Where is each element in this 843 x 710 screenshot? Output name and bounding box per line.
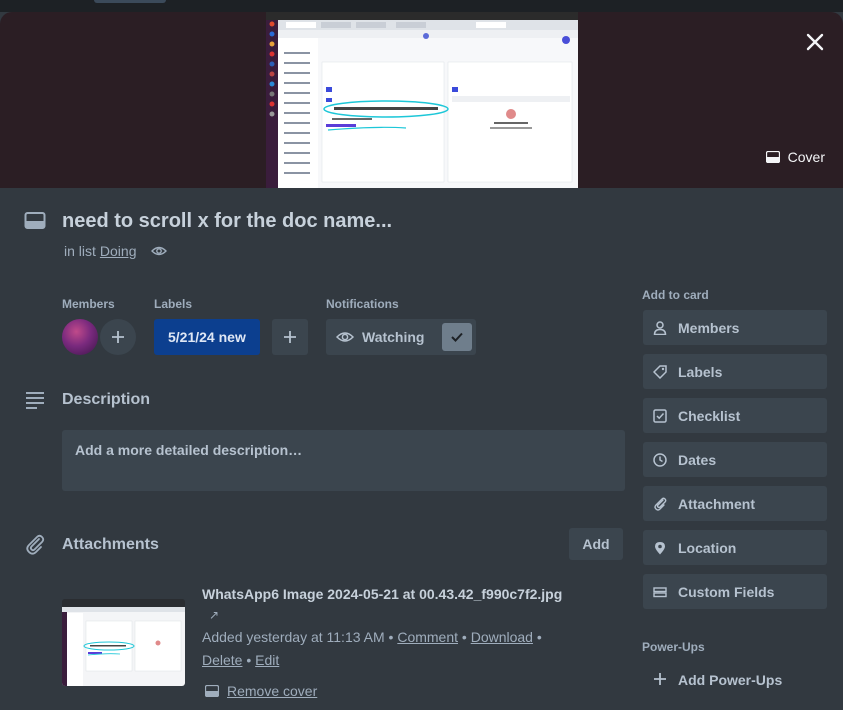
separator: •: [388, 629, 394, 645]
plus-icon: [112, 331, 124, 343]
watch-label: Watching: [362, 329, 425, 345]
add-power-ups-label: Add Power-Ups: [678, 672, 783, 688]
sidebar-members-button[interactable]: Members: [643, 310, 827, 345]
cover-image: [266, 12, 578, 188]
cover-icon: [765, 151, 780, 163]
cover-button-label: Cover: [787, 149, 825, 165]
labels-label: Labels: [154, 297, 193, 311]
sidebar-dates-button[interactable]: Dates: [643, 442, 827, 477]
sidebar-checklist-button[interactable]: Checklist: [643, 398, 827, 433]
top-tab-indicator: [94, 0, 166, 3]
comment-link[interactable]: Comment: [397, 629, 458, 645]
sidebar-checklist-label: Checklist: [678, 407, 741, 424]
add-power-ups-button[interactable]: Add Power-Ups: [643, 668, 827, 692]
watching-check: [442, 323, 472, 351]
add-member-button[interactable]: [100, 319, 136, 355]
sidebar-location-button[interactable]: Location: [643, 530, 827, 565]
sidebar-attachment-button[interactable]: Attachment: [643, 486, 827, 521]
attachment-thumbnail[interactable]: [62, 599, 185, 686]
watch-button[interactable]: Watching: [326, 319, 476, 355]
sidebar-labels-button[interactable]: Labels: [643, 354, 827, 389]
download-link[interactable]: Download: [471, 629, 533, 645]
attachment-meta: Added yesterday at 11:13 AM • Comment • …: [202, 629, 542, 645]
thumbnail-graphic: [62, 599, 185, 686]
attachment-actions: Delete • Edit: [202, 652, 279, 668]
cover-icon: [205, 685, 219, 697]
person-icon: [653, 320, 667, 335]
eye-icon: [150, 246, 167, 256]
clock-icon: [653, 452, 667, 467]
power-ups-label: Power-Ups: [642, 640, 705, 654]
sidebar-custom-fields-label: Custom Fields: [678, 583, 775, 600]
list-link[interactable]: Doing: [100, 243, 137, 259]
cover-button[interactable]: Cover: [765, 146, 825, 168]
check-icon: [451, 332, 463, 342]
separator: •: [536, 629, 542, 645]
in-list-line: in list Doing: [64, 243, 167, 259]
sidebar-dates-label: Dates: [678, 451, 717, 468]
sidebar-labels-label: Labels: [678, 363, 723, 380]
remove-cover-button[interactable]: Remove cover: [205, 683, 317, 699]
card-title[interactable]: need to scroll x for the doc name...: [62, 210, 392, 233]
description-icon: [26, 392, 44, 409]
in-list-prefix: in list: [64, 243, 96, 259]
plus-icon: [284, 331, 296, 343]
attachments-heading: Attachments: [62, 536, 159, 553]
attachment-added: Added yesterday at 11:13 AM: [202, 629, 385, 645]
add-attachment-button[interactable]: Add: [569, 528, 623, 560]
sidebar-members-label: Members: [678, 319, 740, 336]
cover-screenshot-graphic: [266, 12, 578, 188]
paperclip-icon: [654, 497, 667, 511]
sidebar-attachment-label: Attachment: [678, 495, 756, 512]
card-modal: Cover need to scroll x for the doc name.…: [0, 12, 843, 710]
avatar[interactable]: [62, 319, 98, 355]
attachment-name[interactable]: WhatsApp6 Image 2024-05-21 at 00.43.42_f…: [202, 586, 562, 602]
label-chip[interactable]: 5/21/24 new: [154, 319, 260, 355]
remove-cover-label: Remove cover: [227, 683, 318, 699]
checklist-icon: [653, 408, 667, 423]
top-strip: [0, 0, 843, 12]
separator: •: [246, 652, 252, 668]
eye-icon: [336, 332, 354, 342]
close-icon: [806, 33, 824, 51]
plus-icon: [654, 672, 666, 685]
title-icon-wrap: [24, 210, 46, 232]
edit-link[interactable]: Edit: [255, 652, 279, 668]
paperclip-icon: [26, 534, 45, 555]
separator: •: [461, 629, 467, 645]
add-to-card-label: Add to card: [642, 288, 709, 302]
members-label: Members: [62, 297, 115, 311]
open-external-icon[interactable]: ↗: [209, 608, 219, 622]
description-input[interactable]: Add a more detailed description…: [62, 430, 625, 491]
pin-icon: [655, 541, 665, 554]
add-label-button[interactable]: [272, 319, 308, 355]
delete-link[interactable]: Delete: [202, 652, 242, 668]
close-button[interactable]: [801, 28, 829, 56]
notifications-label: Notifications: [326, 297, 399, 311]
sidebar-location-label: Location: [678, 539, 737, 556]
card-icon: [24, 212, 46, 229]
custom-fields-icon: [653, 586, 667, 597]
tag-icon: [653, 364, 667, 379]
description-heading: Description: [62, 391, 151, 408]
sidebar-custom-fields-button[interactable]: Custom Fields: [643, 574, 827, 609]
card-cover: Cover: [0, 12, 843, 188]
